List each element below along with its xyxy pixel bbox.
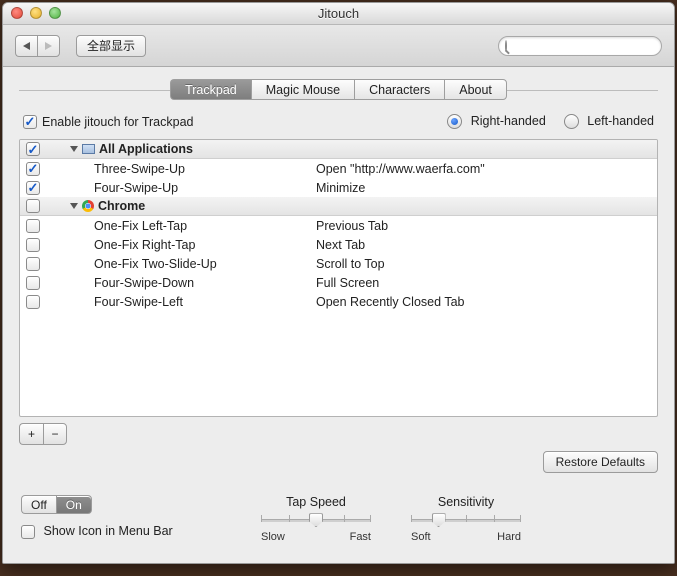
row-checkbox[interactable] — [26, 162, 40, 176]
sensitivity-high: Hard — [497, 531, 521, 543]
chevron-right-icon — [45, 42, 52, 50]
gesture-row[interactable]: Four-Swipe-Left Open Recently Closed Tab — [20, 292, 657, 311]
right-handed-label: Right-handed — [471, 114, 546, 128]
tabs: TrackpadMagic MouseCharactersAbout — [19, 79, 658, 100]
close-icon[interactable] — [11, 7, 23, 19]
tab-characters[interactable]: Characters — [354, 79, 444, 100]
search-field[interactable] — [498, 36, 662, 56]
left-handed-label: Left-handed — [587, 114, 654, 128]
top-options-row: Enable jitouch for Trackpad Right-handed… — [23, 114, 654, 129]
gesture-name: Four-Swipe-Down — [94, 276, 194, 290]
minimize-icon[interactable] — [30, 7, 42, 19]
sensitivity-title: Sensitivity — [411, 495, 521, 509]
restore-defaults-button[interactable]: Restore Defaults — [543, 451, 658, 473]
add-remove-buttons: + − — [19, 423, 658, 445]
gesture-name: Three-Swipe-Up — [94, 162, 185, 176]
gesture-name: One-Fix Two-Slide-Up — [94, 257, 217, 271]
titlebar: Jitouch — [3, 3, 674, 25]
app-icon — [82, 144, 95, 154]
menubar-label: Show Icon in Menu Bar — [43, 524, 172, 538]
gesture-name: One-Fix Right-Tap — [94, 238, 195, 252]
sensitivity-slider[interactable] — [411, 511, 521, 529]
slider-knob-icon[interactable] — [309, 513, 323, 527]
action-name: Open "http://www.waerfa.com" — [316, 162, 485, 176]
preferences-window: Jitouch 全部显示 TrackpadMagic MouseCharacte… — [2, 2, 675, 564]
tap-speed-slider[interactable] — [261, 511, 371, 529]
group-header[interactable]: All Applications — [20, 140, 657, 159]
off-button[interactable]: Off — [21, 495, 56, 514]
window-title: Jitouch — [318, 6, 359, 21]
tap-speed-block: Tap Speed Slow Fast — [261, 495, 371, 543]
gesture-name: One-Fix Left-Tap — [94, 219, 187, 233]
gesture-row[interactable]: One-Fix Two-Slide-Up Scroll to Top — [20, 254, 657, 273]
gesture-row[interactable]: Four-Swipe-Up Minimize — [20, 178, 657, 197]
chrome-icon — [82, 200, 94, 212]
on-button[interactable]: On — [56, 495, 92, 514]
row-checkbox[interactable] — [26, 257, 40, 271]
disclosure-icon[interactable] — [70, 203, 78, 209]
action-name: Open Recently Closed Tab — [316, 295, 464, 309]
remove-button[interactable]: − — [43, 423, 67, 445]
action-name: Previous Tab — [316, 219, 388, 233]
left-handed-option[interactable]: Left-handed — [564, 114, 654, 129]
group-name: Chrome — [98, 199, 145, 213]
action-name: Minimize — [316, 181, 365, 195]
search-input[interactable] — [507, 38, 669, 54]
row-checkbox[interactable] — [26, 276, 40, 290]
slider-knob-icon[interactable] — [432, 513, 446, 527]
gesture-row[interactable]: One-Fix Left-Tap Previous Tab — [20, 216, 657, 235]
tap-speed-title: Tap Speed — [261, 495, 371, 509]
nav-buttons — [15, 35, 60, 57]
back-button[interactable] — [15, 35, 37, 57]
disclosure-icon[interactable] — [70, 146, 78, 152]
group-checkbox[interactable] — [26, 142, 40, 156]
toolbar: 全部显示 — [3, 25, 674, 67]
radio-icon — [564, 114, 579, 129]
on-off-toggle[interactable]: Off On — [21, 495, 221, 514]
gesture-row[interactable]: Three-Swipe-Up Open "http://www.waerfa.co… — [20, 159, 657, 178]
gesture-name: Four-Swipe-Left — [94, 295, 183, 309]
gesture-row[interactable]: One-Fix Right-Tap Next Tab — [20, 235, 657, 254]
group-header[interactable]: Chrome — [20, 197, 657, 216]
tap-speed-high: Fast — [350, 531, 371, 543]
sensitivity-low: Soft — [411, 531, 431, 543]
tab-trackpad[interactable]: Trackpad — [170, 79, 251, 100]
menubar-option[interactable]: Show Icon in Menu Bar — [21, 524, 221, 539]
gesture-list[interactable]: All Applications Three-Swipe-Up Open "http… — [19, 139, 658, 417]
chevron-left-icon — [23, 42, 30, 50]
row-checkbox[interactable] — [26, 181, 40, 195]
enable-checkbox[interactable] — [23, 115, 37, 129]
forward-button[interactable] — [37, 35, 60, 57]
enable-label: Enable jitouch for Trackpad — [42, 115, 193, 129]
add-button[interactable]: + — [19, 423, 43, 445]
row-checkbox[interactable] — [26, 238, 40, 252]
tab-magic-mouse[interactable]: Magic Mouse — [251, 79, 354, 100]
radio-icon — [447, 114, 462, 129]
zoom-icon[interactable] — [49, 7, 61, 19]
action-name: Next Tab — [316, 238, 365, 252]
content: TrackpadMagic MouseCharactersAbout Enabl… — [3, 67, 674, 563]
action-name: Scroll to Top — [316, 257, 385, 271]
menubar-checkbox[interactable] — [21, 525, 35, 539]
sensitivity-block: Sensitivity Soft Hard — [411, 495, 521, 543]
group-name: All Applications — [99, 142, 193, 156]
row-checkbox[interactable] — [26, 219, 40, 233]
search-icon — [505, 40, 507, 52]
right-handed-option[interactable]: Right-handed — [447, 114, 546, 129]
show-all-button[interactable]: 全部显示 — [76, 35, 146, 57]
tap-speed-low: Slow — [261, 531, 285, 543]
action-name: Full Screen — [316, 276, 379, 290]
gesture-name: Four-Swipe-Up — [94, 181, 178, 195]
row-checkbox[interactable] — [26, 295, 40, 309]
group-checkbox[interactable] — [26, 199, 40, 213]
gesture-row[interactable]: Four-Swipe-Down Full Screen — [20, 273, 657, 292]
tab-about[interactable]: About — [444, 79, 507, 100]
